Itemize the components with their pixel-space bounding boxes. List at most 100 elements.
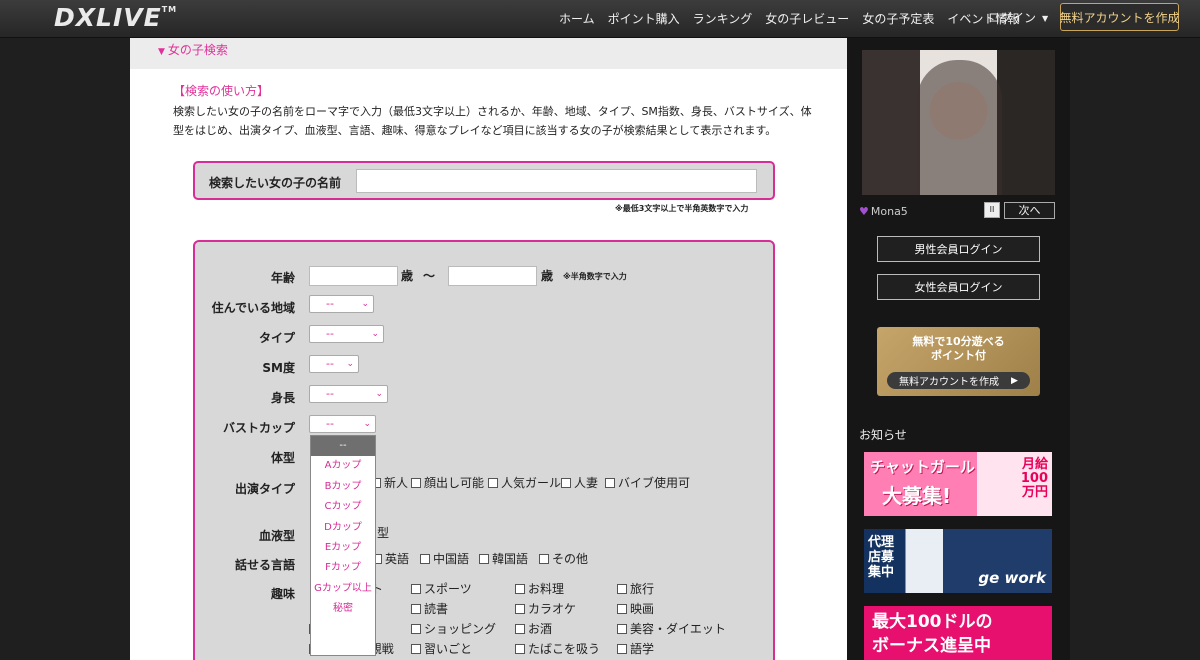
appearance-new-checkbox[interactable]: 新人	[371, 474, 408, 491]
age-separator: 〜	[423, 269, 436, 283]
blood-option: 型	[377, 526, 390, 540]
appearance-popular-checkbox[interactable]: 人気ガール	[488, 474, 561, 491]
main-nav: ホーム ポイント購入 ランキング 女の子レビュー 女の子予定表 イベント情報	[559, 10, 1019, 27]
hobby-lessons-checkbox[interactable]: 習いごと	[411, 640, 472, 657]
dropdown-option[interactable]: Bカップ	[311, 477, 375, 497]
language-korean-checkbox[interactable]: 韓国語	[479, 550, 528, 567]
chat-girl-recruit-banner[interactable]: チャットガール 大募集! 月給 100 万円	[864, 452, 1052, 516]
chevron-down-icon: ⌄	[361, 299, 369, 309]
bust-label: バストカップ	[222, 421, 295, 435]
dropdown-option[interactable]: Aカップ	[311, 456, 375, 476]
banner3-text-a: 最大100ドルの ボーナス進呈中	[872, 612, 993, 656]
height-select[interactable]: -- ⌄	[309, 385, 388, 403]
dxlive-logo[interactable]: DXLIVETM	[54, 3, 177, 32]
type-select[interactable]: -- ⌄	[309, 325, 384, 343]
age-label: 年齢	[270, 271, 295, 285]
dropdown-option[interactable]: --	[311, 436, 375, 457]
bonus-banner[interactable]: 最大100ドルの ボーナス進呈中	[864, 606, 1052, 660]
height-label: 身長	[270, 391, 295, 405]
appearance-face-checkbox[interactable]: 顔出し可能	[411, 474, 484, 491]
model-name[interactable]: ♥ Mona5	[859, 205, 908, 218]
type-label: タイプ	[258, 331, 295, 345]
banner2-text-a: 代理店募集中	[868, 535, 895, 580]
nav-reviews[interactable]: 女の子レビュー	[765, 10, 849, 27]
chevron-down-icon: ⌄	[371, 329, 379, 339]
hobby-karaoke-checkbox[interactable]: カラオケ	[515, 600, 576, 617]
free-points-promo[interactable]: 無料で10分遊べる ポイント付 無料アカウントを作成 ▶	[877, 327, 1040, 396]
sidebar: ♥ Mona5 II 次へ 男性会員ログイン 女性会員ログイン 無料で10分遊べる…	[847, 38, 1070, 660]
body-label: 体型	[270, 451, 295, 465]
nav-buy-points[interactable]: ポイント購入	[608, 10, 680, 27]
triangle-down-icon: ▼	[158, 47, 165, 57]
appearance-label: 出演タイプ	[234, 482, 295, 496]
howto-title: 【検索の使い方】	[173, 84, 270, 98]
notice-title: お知らせ	[859, 428, 907, 442]
dropdown-option[interactable]: Dカップ	[311, 518, 375, 538]
filter-box: 年齢 歳 〜 歳 ※半角数字で入力 住んでいる地域 -- ⌄ タイプ -- ⌄ SM…	[193, 240, 775, 660]
region-select[interactable]: -- ⌄	[309, 295, 374, 313]
hobby-label: 趣味	[270, 587, 295, 601]
dropdown-option[interactable]: Cカップ	[311, 497, 375, 517]
sm-label: SM度	[262, 361, 295, 375]
howto-description: 検索したい女の子の名前をローマ字で入力（最低3文字以上）されるか、年齢、地域、タ…	[173, 105, 812, 137]
banner1-text-c: 月給 100 万円	[1020, 457, 1048, 500]
appearance-married-checkbox[interactable]: 人妻	[561, 474, 598, 491]
dropdown-option[interactable]: Eカップ	[311, 538, 375, 558]
name-input[interactable]	[356, 169, 757, 193]
language-chinese-checkbox[interactable]: 中国語	[420, 550, 469, 567]
main-content: ▼ 女の子検索 【検索の使い方】 検索したい女の子の名前をローマ字で入力（最低3文…	[130, 38, 847, 660]
chevron-down-icon: ⌄	[375, 389, 383, 399]
promo-line-1: 無料で10分遊べる	[912, 335, 1005, 348]
caret-down-icon: ▼	[1042, 14, 1049, 23]
create-account-button[interactable]: 無料アカウントを作成	[1060, 3, 1180, 31]
age-min-input[interactable]	[309, 266, 398, 286]
female-login-button[interactable]: 女性会員ログイン	[877, 274, 1040, 300]
hobby-beauty-checkbox[interactable]: 美容・ダイエット	[617, 620, 726, 637]
language-other-checkbox[interactable]: その他	[539, 550, 588, 567]
bust-select[interactable]: -- ⌄	[309, 415, 376, 433]
banner1-text-a: チャットガール	[870, 458, 975, 476]
nav-schedule[interactable]: 女の子予定表	[862, 10, 934, 27]
hobby-cooking-checkbox[interactable]: お料理	[515, 580, 564, 597]
region-label: 住んでいる地域	[211, 301, 295, 315]
age-max-input[interactable]	[448, 266, 537, 286]
language-label: 話せる言語	[234, 558, 295, 572]
name-note: ※最低3文字以上で半角英数字で入力	[615, 204, 749, 213]
chevron-right-icon: ▶	[1011, 375, 1018, 386]
hobby-alcohol-checkbox[interactable]: お酒	[515, 620, 552, 637]
promo-line-2: ポイント付	[931, 349, 986, 362]
hobby-language-checkbox[interactable]: 語学	[617, 640, 654, 657]
name-label: 検索したい女の子の名前	[209, 176, 342, 190]
howto-block: 【検索の使い方】 検索したい女の子の名前をローマ字で入力（最低3文字以上）される…	[173, 82, 813, 140]
hobby-sports-checkbox[interactable]: スポーツ	[411, 580, 472, 597]
promo-create-account-button[interactable]: 無料アカウントを作成 ▶	[887, 372, 1030, 389]
chevron-down-icon: ⌄	[363, 419, 371, 429]
hobby-shopping-checkbox[interactable]: ショッピング	[411, 620, 496, 637]
language-english-checkbox[interactable]: 英語	[372, 550, 409, 567]
nav-ranking[interactable]: ランキング	[693, 10, 753, 27]
appearance-vibe-checkbox[interactable]: バイブ使用可	[605, 474, 690, 491]
dropdown-option[interactable]: Fカップ	[311, 558, 375, 578]
hobby-movies-checkbox[interactable]: 映画	[617, 600, 654, 617]
blood-label: 血液型	[258, 529, 295, 543]
name-search-box: 検索したい女の子の名前	[193, 161, 775, 200]
heart-icon: ♥	[859, 205, 869, 218]
top-navbar: DXLIVETM ホーム ポイント購入 ランキング 女の子レビュー 女の子予定表…	[0, 0, 1200, 38]
dropdown-option[interactable]: Gカップ以上	[311, 579, 375, 599]
sm-select[interactable]: -- ⌄	[309, 355, 359, 373]
hobby-reading-checkbox[interactable]: 読書	[411, 600, 448, 617]
hobby-travel-checkbox[interactable]: 旅行	[617, 580, 654, 597]
pause-button[interactable]: II	[984, 202, 1000, 218]
age-unit-2: 歳	[541, 269, 554, 283]
login-menu[interactable]: ログイン ▼	[988, 9, 1048, 26]
dropdown-option[interactable]: 秘密	[311, 599, 375, 619]
nav-home[interactable]: ホーム	[559, 10, 595, 27]
chevron-down-icon: ⌄	[346, 359, 354, 369]
section-header[interactable]: ▼ 女の子検索	[130, 38, 847, 69]
hobby-smoking-checkbox[interactable]: たばこを吸う	[515, 640, 600, 657]
banner2-text-b: ge work	[978, 569, 1046, 587]
male-login-button[interactable]: 男性会員ログイン	[877, 236, 1040, 262]
next-button[interactable]: 次へ	[1004, 202, 1055, 219]
agency-recruit-banner[interactable]: 代理店募集中 ge work	[864, 529, 1052, 593]
model-photo[interactable]	[862, 50, 1055, 195]
